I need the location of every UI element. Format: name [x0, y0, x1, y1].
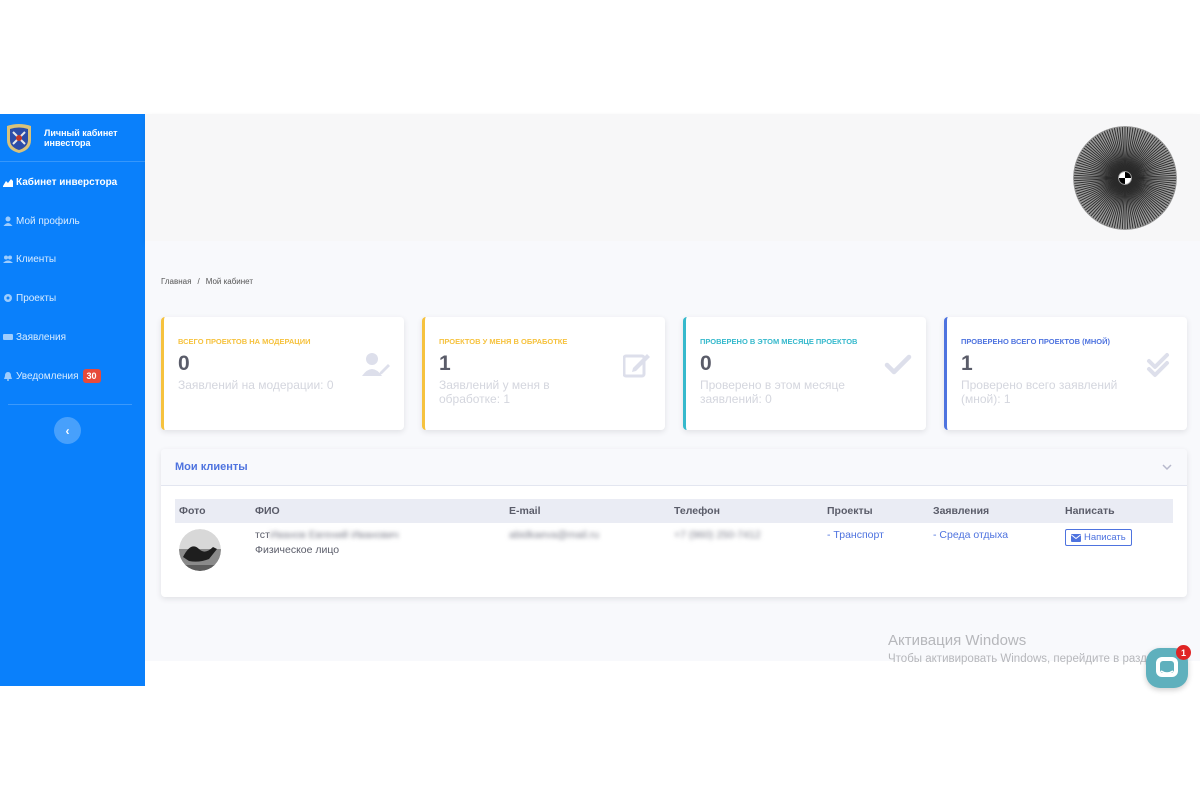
card-subtext: Заявлений у меня в обработке: 1 [439, 378, 550, 406]
breadcrumb: Главная / Мой кабинет [161, 277, 253, 286]
table-row: тстИванов Евгений Иванович Физическое ли… [175, 523, 1173, 579]
sidebar-item-label: Уведомления [16, 370, 79, 382]
chevron-down-icon[interactable] [1161, 461, 1173, 473]
main-content: Главная / Мой кабинет Всего проектов на … [145, 241, 1200, 661]
application-link[interactable]: - Среда отдыха [933, 529, 1008, 541]
client-photo [179, 529, 221, 571]
clients-panel-title: Мои клиенты [175, 461, 248, 473]
sidebar-item-applications[interactable]: Заявления [0, 327, 145, 347]
topbar [145, 114, 1200, 241]
envelope-icon [1071, 533, 1081, 542]
client-name-blurred: Иванов Евгений Иванович [269, 529, 399, 541]
windows-activation-text: Чтобы активировать Windows, перейдите в … [888, 653, 1158, 665]
app-root: Личный кабинет инвестора Кабинет инверст… [0, 114, 1200, 686]
card-value: 1 [439, 352, 451, 375]
client-email: abidkaeva@mail.ru [509, 529, 600, 541]
cog-icon [4, 294, 12, 302]
breadcrumb-current: Мой кабинет [205, 277, 254, 286]
id-card-icon [3, 334, 13, 340]
breadcrumb-separator: / [197, 277, 200, 286]
client-name[interactable]: тстИванов Евгений Иванович [255, 529, 501, 541]
sidebar-item-cabinet[interactable]: Кабинет инверстора [0, 172, 145, 192]
sidebar-toggle-button[interactable]: ‹ [54, 417, 81, 444]
column-header-name: ФИО [255, 505, 280, 517]
clients-panel: Мои клиенты Фото ФИО E-mail Телефон Прое… [161, 449, 1187, 597]
sidebar-item-label: Заявления [16, 331, 67, 343]
card-value: 0 [700, 352, 712, 375]
card-value: 0 [178, 352, 190, 375]
write-message-button[interactable]: Написать [1065, 529, 1132, 546]
cell-write: Написать [1061, 523, 1173, 579]
client-phone: +7 (960) 250-7412 [674, 529, 761, 541]
cell-applications: - Среда отдыха [929, 523, 1061, 579]
column-header-phone: Телефон [674, 505, 720, 517]
brand-title: Личный кабинет инвестора [44, 127, 118, 148]
project-link[interactable]: - Транспорт [827, 529, 884, 541]
windows-activation-title: Активация Windows [888, 632, 1027, 649]
clients-table: Фото ФИО E-mail Телефон Проекты Заявлени… [175, 499, 1173, 579]
sidebar-item-label: Проекты [16, 292, 57, 304]
users-icon [3, 255, 13, 263]
cell-name: тстИванов Евгений Иванович Физическое ли… [251, 523, 505, 579]
coat-of-arms-icon [7, 123, 31, 153]
card-label: Всего проектов на модерации [178, 337, 311, 346]
sidebar-item-notifications[interactable]: Уведомления 30 [0, 366, 145, 386]
cell-photo [175, 523, 251, 579]
sidebar-item-profile[interactable]: Мой профиль [0, 211, 145, 231]
column-header-write: Написать [1065, 505, 1115, 517]
sidebar: Личный кабинет инвестора Кабинет инверст… [0, 114, 145, 686]
cell-email: abidkaeva@mail.ru [505, 523, 670, 579]
notifications-count-badge: 30 [82, 369, 101, 383]
clients-panel-header[interactable]: Мои клиенты [161, 449, 1187, 486]
stat-card-moderation: Всего проектов на модерации 0 Заявлений … [161, 317, 404, 430]
sidebar-item-clients[interactable]: Клиенты [0, 249, 145, 269]
cell-projects: - Транспорт [823, 523, 929, 579]
sidebar-item-label: Клиенты [16, 253, 57, 265]
chat-unread-badge: 1 [1176, 645, 1191, 660]
card-subtext: Проверено всего заявлений (мной): 1 [961, 378, 1118, 406]
user-edit-icon [362, 353, 390, 376]
card-subtext: Проверено в этом месяце заявлений: 0 [700, 378, 845, 406]
column-header-email: E-mail [509, 505, 541, 517]
client-type: Физическое лицо [255, 544, 340, 556]
card-value: 1 [961, 352, 973, 375]
stat-card-checked-month: Проверено в этом месяце проектов 0 Прове… [683, 317, 926, 430]
bell-icon [4, 372, 12, 381]
sidebar-item-label: Мой профиль [16, 215, 80, 227]
chart-area-icon [3, 179, 13, 187]
sidebar-item-projects[interactable]: Проекты [0, 288, 145, 308]
column-header-photo: Фото [179, 505, 206, 517]
card-label: Проверено в этом месяце проектов [700, 337, 858, 346]
card-label: Проектов у меня в обработке [439, 337, 568, 346]
client-name-prefix: тст [255, 529, 270, 541]
check-icon [884, 354, 912, 375]
write-button-label: Написать [1084, 532, 1126, 543]
cell-phone: +7 (960) 250-7412 [670, 523, 823, 579]
table-header-row: Фото ФИО E-mail Телефон Проекты Заявлени… [175, 499, 1173, 523]
user-avatar[interactable] [1073, 126, 1177, 230]
sidebar-divider [8, 404, 132, 405]
edit-icon [623, 354, 650, 378]
brand[interactable]: Личный кабинет инвестора [0, 114, 145, 162]
stat-card-checked-total: Проверено всего проектов (мной) 1 Провер… [944, 317, 1187, 430]
stat-card-processing: Проектов у меня в обработке 1 Заявлений … [422, 317, 665, 430]
card-label: Проверено всего проектов (мной) [961, 337, 1111, 346]
sidebar-item-label: Кабинет инверстора [16, 176, 118, 188]
breadcrumb-home-link[interactable]: Главная [161, 277, 191, 286]
card-subtext: Заявлений на модерации: 0 [178, 378, 334, 392]
column-header-projects: Проекты [827, 505, 873, 517]
double-check-icon [1147, 353, 1169, 377]
user-icon [3, 216, 13, 226]
column-header-applications: Заявления [933, 505, 990, 517]
